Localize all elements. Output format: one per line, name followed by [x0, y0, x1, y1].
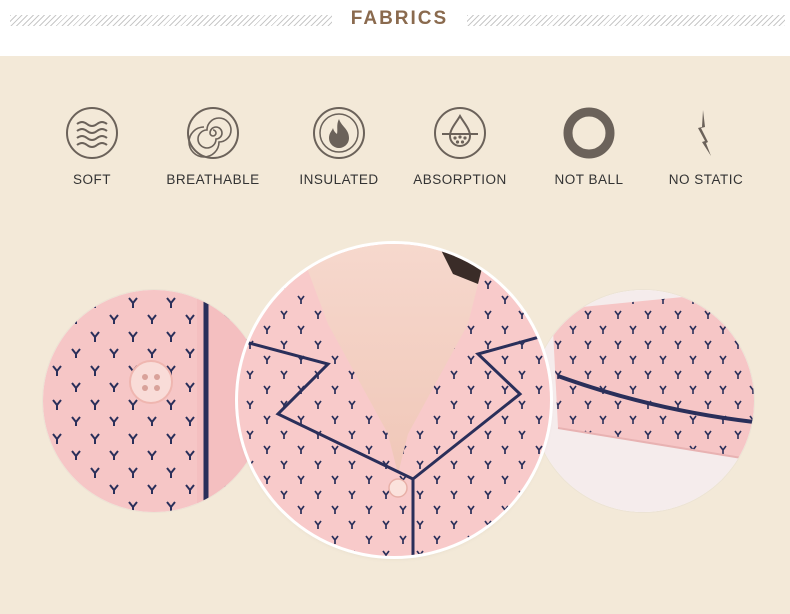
button-detail-photo — [43, 290, 265, 512]
waves-icon — [66, 107, 118, 159]
feature-label: SOFT — [73, 172, 111, 187]
feature-not-ball: NOT BALL — [534, 106, 644, 187]
header-divider-left — [10, 15, 332, 26]
spiral-icon — [187, 107, 239, 159]
ring-icon — [563, 107, 615, 159]
feature-label: INSULATED — [299, 172, 379, 187]
product-detail-page: FABRICS SOFT BREATHABLE INSULATED ABSORP… — [0, 0, 790, 614]
feature-insulated: INSULATED — [284, 106, 394, 187]
feature-label: NO STATIC — [668, 172, 744, 187]
droplet-icon — [434, 107, 486, 159]
sleeve-detail-photo — [532, 290, 754, 512]
lightning-icon — [698, 110, 711, 156]
feature-no-static: NO STATIC — [651, 106, 761, 187]
feature-label: ABSORPTION — [413, 172, 507, 187]
feature-soft: SOFT — [37, 106, 147, 187]
section-title: FABRICS — [350, 8, 449, 29]
feature-label: BREATHABLE — [166, 172, 260, 187]
feature-label: NOT BALL — [554, 172, 624, 187]
collar-detail-photo — [238, 244, 550, 556]
feature-absorption: ABSORPTION — [405, 106, 515, 187]
flame-icon — [313, 107, 365, 159]
section-header: FABRICS — [0, 0, 790, 56]
header-divider-right — [467, 15, 785, 26]
feature-breathable: BREATHABLE — [158, 106, 268, 187]
